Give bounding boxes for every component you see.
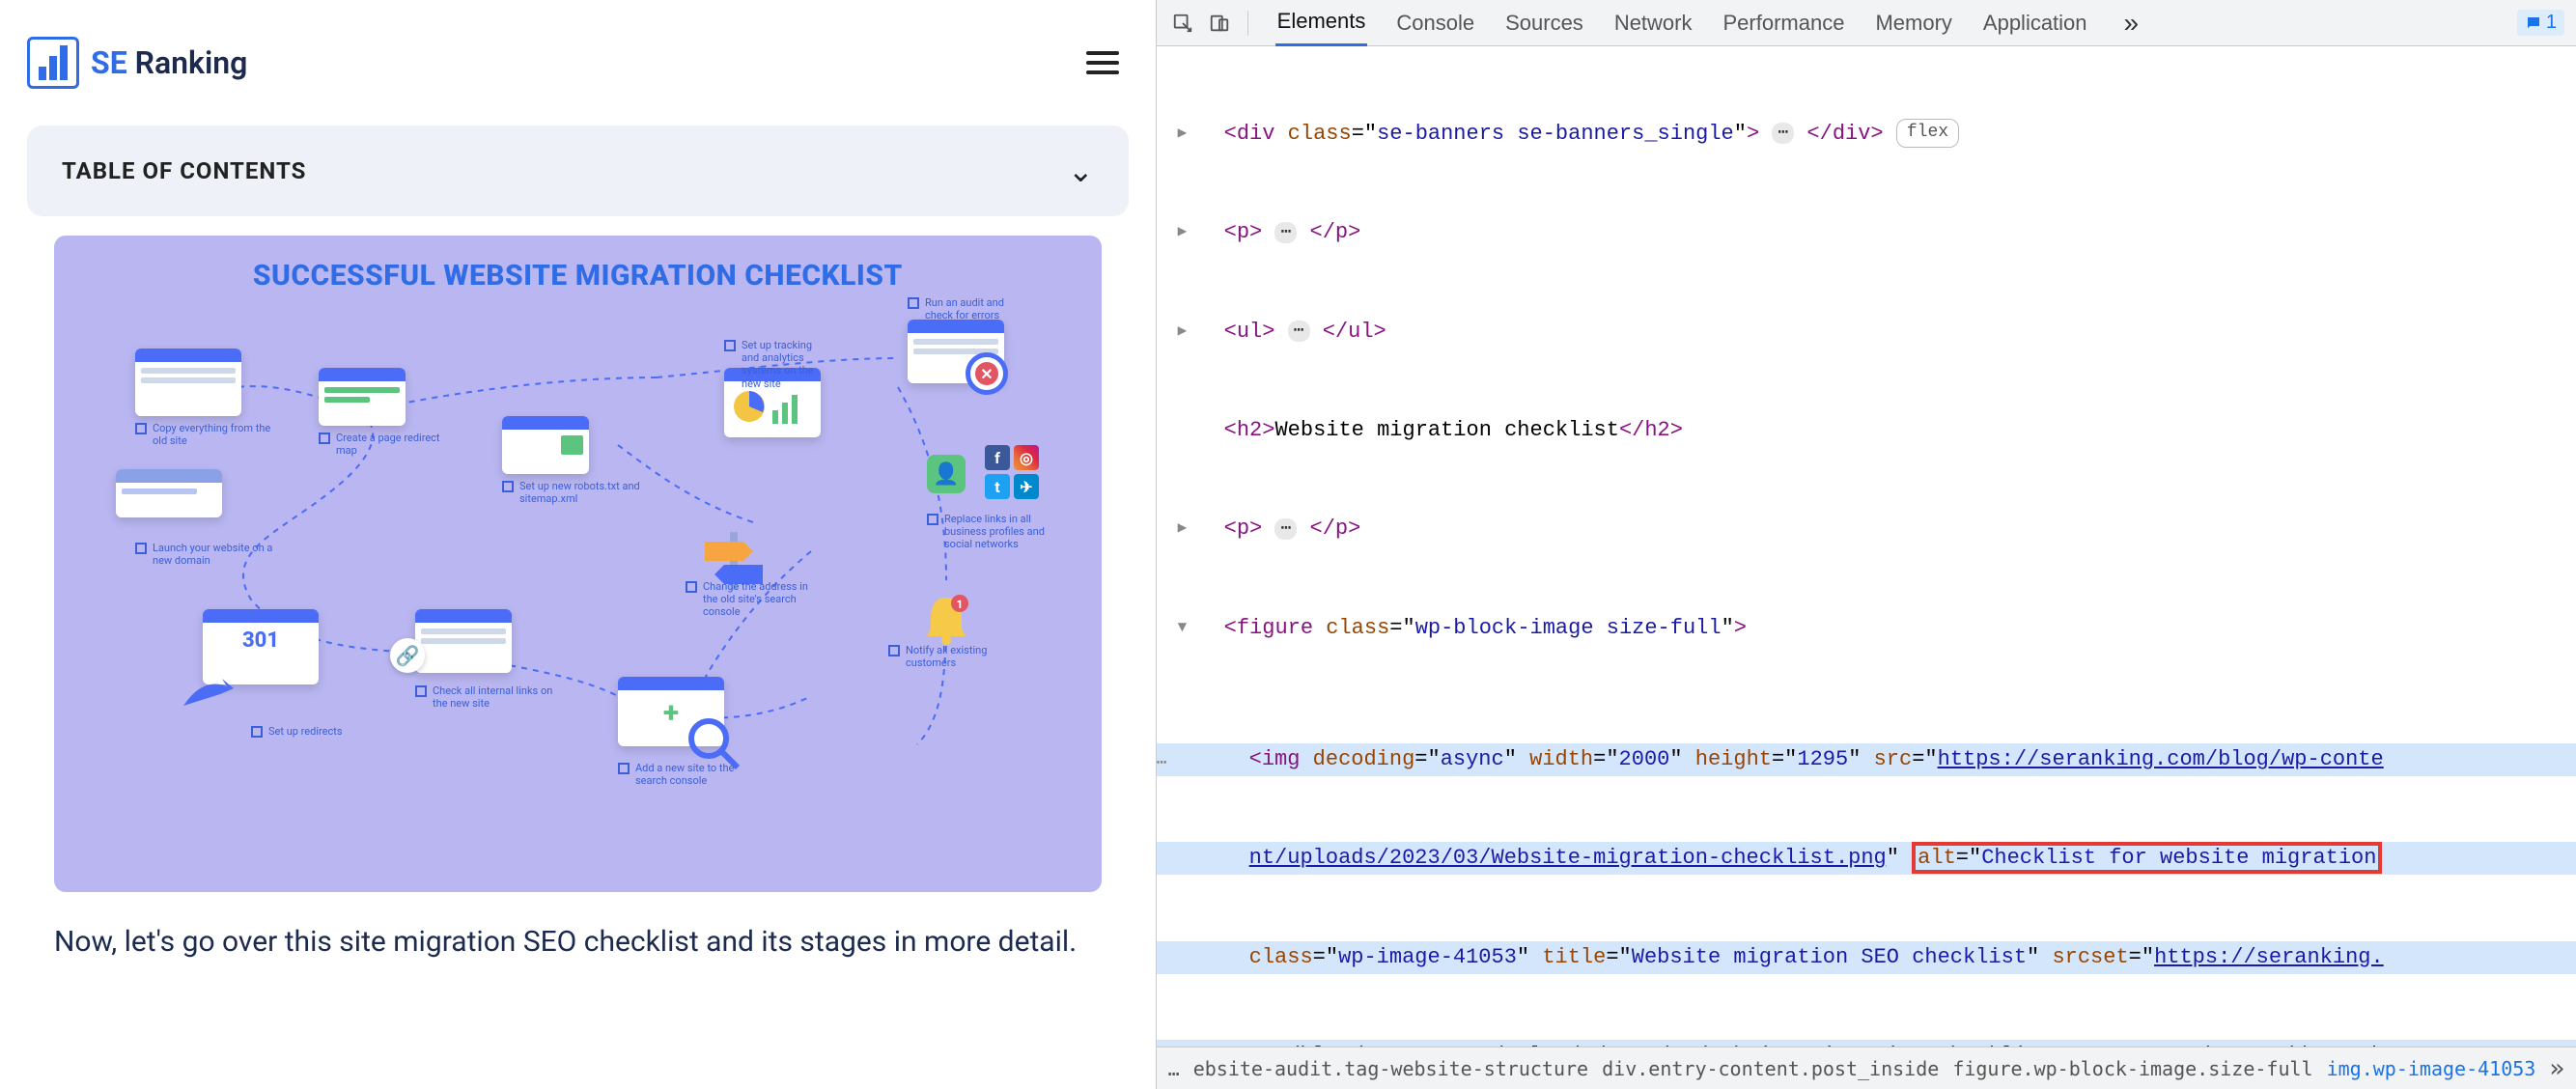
alt-highlight: alt="Checklist for website migration [1912,842,2382,874]
elements-breadcrumb[interactable]: … ebsite-audit.tag-website-structure div… [1157,1047,2576,1089]
menu-button[interactable] [1077,42,1129,84]
tabs-overflow-icon[interactable]: » [2116,8,2147,39]
tab-network[interactable]: Network [1612,1,1694,45]
messages-badge[interactable]: 1 [2517,10,2564,36]
website-viewport: SE Ranking TABLE OF CONTENTS ⌄ SUCCESSFU… [0,0,1156,1089]
logo[interactable]: SE Ranking [27,37,247,89]
node-copy-old: Copy everything from the old site [135,349,280,447]
chevron-down-icon: ⌄ [1068,153,1094,189]
svg-text:1: 1 [957,598,964,611]
node-add-site: + Add a new site to the search console [618,677,763,787]
tab-performance[interactable]: Performance [1722,1,1847,45]
facebook-icon: f [985,445,1010,470]
node-robots: Set up new robots.txt and sitemap.xml [502,416,647,505]
error-icon: ✕ [975,362,998,385]
devtools-tabs: Elements Console Sources Network Perform… [1275,0,2509,46]
inspect-icon[interactable] [1168,9,1197,38]
toc-label: TABLE OF CONTENTS [62,157,306,184]
node-signpost: Change the address in the old site's sea… [695,522,772,600]
bell-icon: 1 [917,590,975,648]
node-launch: Launch your website on a new domain [135,542,280,567]
crumb-2[interactable]: figure.wp-block-image.size-full [1952,1057,2312,1080]
node-check-links: 🔗 Check all internal links on the new si… [415,609,560,710]
node-audit: ✕ Run an audit and check for errors [908,320,1004,383]
device-toggle-icon[interactable] [1205,9,1234,38]
pie-chart-icon [730,387,807,426]
magnifier-icon [686,715,743,773]
instagram-icon: ◎ [1014,445,1039,470]
node-redirects: Set up redirects [251,725,343,738]
checklist-image: SUCCESSFUL WEBSITE MIGRATION CHECKLIST C… [54,236,1102,892]
node-notify: 1 Notify all existing customers [917,590,975,648]
breadcrumb-more[interactable]: … [1168,1057,1180,1080]
link-icon: 🔗 [390,638,425,673]
devtools-toolbar: Elements Console Sources Network Perform… [1157,0,2576,46]
crumb-1[interactable]: div.entry-content.post_inside [1602,1057,1939,1080]
elements-tree[interactable]: ▶<div class="se-banners se-banners_singl… [1157,46,2576,1047]
site-header: SE Ranking [0,0,1156,126]
user-icon: 👤 [927,455,966,493]
devtools-panel: Elements Console Sources Network Perform… [1156,0,2576,1089]
body-paragraph: Now, let's go over this site migration S… [0,892,1156,963]
node-replace-links: Replace links in all business profiles a… [927,513,1072,551]
table-of-contents-toggle[interactable]: TABLE OF CONTENTS ⌄ [27,126,1129,216]
logo-text: SE Ranking [91,44,247,81]
node-browser [116,469,222,517]
social-icons: f ◎ t ✈ [985,445,1043,499]
checklist-title: SUCCESSFUL WEBSITE MIGRATION CHECKLIST [77,259,1078,293]
node-tracking: Set up tracking and analytics systems on… [724,368,821,437]
breadcrumb-overflow-icon[interactable]: » [2549,1054,2564,1083]
telegram-icon: ✈ [1014,474,1039,499]
tab-sources[interactable]: Sources [1503,1,1585,45]
tab-memory[interactable]: Memory [1873,1,1953,45]
redirect-arrow-icon [174,667,241,715]
tab-elements[interactable]: Elements [1275,0,1368,46]
twitter-icon: t [985,474,1010,499]
crumb-0[interactable]: ebsite-audit.tag-website-structure [1193,1057,1588,1080]
crumb-3[interactable]: img.wp-image-41053 [2327,1057,2536,1080]
tab-console[interactable]: Console [1394,1,1476,45]
node-social: 👤 [927,455,966,493]
logo-icon [27,37,79,89]
tab-application[interactable]: Application [1981,1,2089,45]
selected-img-node[interactable]: ⋯<img decoding="async" width="2000" heig… [1157,743,2576,776]
node-create-map: Create a page redirect map [319,368,463,457]
